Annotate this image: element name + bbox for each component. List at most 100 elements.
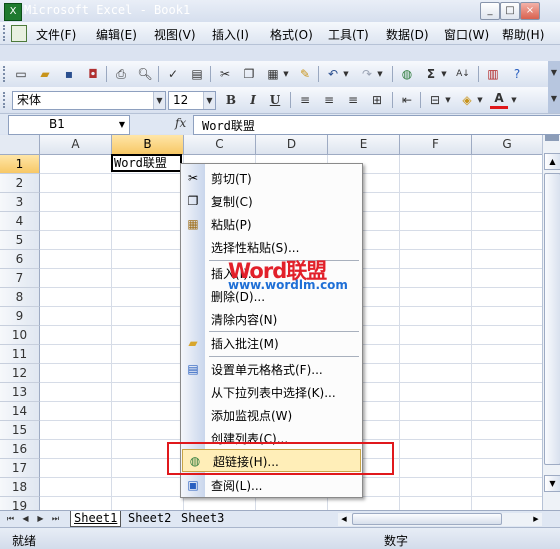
scroll-up-icon[interactable]: ▲: [544, 153, 560, 170]
toolbar-grip[interactable]: [3, 66, 9, 82]
menu-item-research[interactable]: ▣ 查阅(L)...: [181, 474, 362, 495]
column-header-e[interactable]: E: [328, 135, 400, 155]
undo-dropdown-icon[interactable]: ▼: [342, 65, 350, 83]
row-header[interactable]: 11: [0, 345, 40, 364]
paste-dropdown-icon[interactable]: ▼: [282, 65, 290, 83]
minimize-button[interactable]: _: [480, 2, 500, 20]
last-sheet-icon[interactable]: ⏭: [50, 513, 61, 525]
redo-dropdown-icon[interactable]: ▼: [376, 65, 384, 83]
row-header[interactable]: 2: [0, 174, 40, 193]
align-center-icon[interactable]: ≡: [320, 91, 338, 109]
vertical-scroll-thumb[interactable]: [544, 173, 560, 465]
menu-window[interactable]: 窗口(W): [444, 26, 489, 43]
sort-ascending-icon[interactable]: A↓: [454, 65, 472, 83]
next-sheet-icon[interactable]: ▶: [35, 513, 46, 525]
fill-color-dropdown-icon[interactable]: ▼: [476, 91, 484, 109]
menu-tools[interactable]: 工具(T): [328, 26, 369, 43]
row-header[interactable]: 3: [0, 193, 40, 212]
align-left-icon[interactable]: ≡: [296, 91, 314, 109]
spelling-icon[interactable]: ✓: [164, 65, 182, 83]
menu-data[interactable]: 数据(D): [386, 26, 429, 43]
underline-button[interactable]: U: [266, 91, 284, 109]
insert-hyperlink-icon[interactable]: ◍: [398, 65, 416, 83]
menubar-grip[interactable]: [3, 25, 9, 41]
italic-button[interactable]: I: [244, 91, 262, 109]
menu-item-insert-comment[interactable]: ▰ 插入批注(M): [181, 332, 362, 353]
print-icon[interactable]: ⎙: [112, 65, 130, 83]
scroll-down-icon[interactable]: ▼: [544, 475, 560, 492]
cut-icon[interactable]: ✂: [216, 65, 234, 83]
menu-item-pick-from-list[interactable]: 从下拉列表中选择(K)...: [181, 381, 362, 402]
menu-item-add-watch[interactable]: 添加监视点(W): [181, 404, 362, 425]
row-header[interactable]: 10: [0, 326, 40, 345]
font-color-button[interactable]: A: [490, 91, 508, 109]
font-color-dropdown-icon[interactable]: ▼: [510, 91, 518, 109]
toolbar-grip[interactable]: [3, 92, 9, 108]
chart-wizard-icon[interactable]: ▥: [484, 65, 502, 83]
redo-icon[interactable]: ↷: [358, 65, 376, 83]
menu-item-copy[interactable]: ❐ 复制(C): [181, 190, 362, 211]
column-header-c[interactable]: C: [184, 135, 256, 155]
maximize-button[interactable]: □: [500, 2, 520, 20]
prev-sheet-icon[interactable]: ◀: [20, 513, 31, 525]
row-header[interactable]: 8: [0, 288, 40, 307]
autosum-icon[interactable]: Σ: [422, 65, 440, 83]
toolbar-options-icon[interactable]: ▼: [548, 61, 560, 87]
font-name-combo[interactable]: 宋体 ▼: [12, 91, 166, 110]
scroll-right-icon[interactable]: ▶: [530, 513, 542, 525]
row-header[interactable]: 1: [0, 155, 40, 174]
row-header[interactable]: 19: [0, 497, 40, 510]
select-all-button[interactable]: [0, 135, 40, 155]
paste-toolbar-icon[interactable]: ▦: [264, 65, 282, 83]
undo-icon[interactable]: ↶: [324, 65, 342, 83]
row-header[interactable]: 5: [0, 231, 40, 250]
align-right-icon[interactable]: ≡: [344, 91, 362, 109]
toolbar-options-icon[interactable]: ▼: [548, 87, 560, 113]
help-icon[interactable]: ?: [508, 65, 526, 83]
print-preview-icon[interactable]: 🔍︎: [136, 65, 154, 83]
merge-center-icon[interactable]: ⊞: [368, 91, 386, 109]
borders-icon[interactable]: ⊟: [426, 91, 444, 109]
menu-item-paste[interactable]: ▦ 粘贴(P): [181, 213, 362, 234]
row-header[interactable]: 16: [0, 440, 40, 459]
row-header[interactable]: 7: [0, 269, 40, 288]
research-toolbar-icon[interactable]: ▤: [188, 65, 206, 83]
chevron-down-icon[interactable]: ▼: [115, 116, 129, 134]
column-header-g[interactable]: G: [472, 135, 542, 155]
row-header[interactable]: 14: [0, 402, 40, 421]
vertical-scrollbar[interactable]: ▲ ▼: [542, 135, 560, 510]
menu-help[interactable]: 帮助(H): [502, 26, 544, 43]
split-box[interactable]: [545, 135, 559, 141]
decrease-indent-icon[interactable]: ⇤: [398, 91, 416, 109]
sheet-tab-sheet2[interactable]: Sheet2: [125, 511, 174, 526]
row-header[interactable]: 12: [0, 364, 40, 383]
sheet-tab-sheet3[interactable]: Sheet3: [178, 511, 227, 526]
excel-app-icon[interactable]: X: [4, 3, 22, 21]
row-header[interactable]: 6: [0, 250, 40, 269]
format-painter-icon[interactable]: ✎: [296, 65, 314, 83]
row-header[interactable]: 4: [0, 212, 40, 231]
chevron-down-icon[interactable]: ▼: [153, 92, 165, 109]
close-button[interactable]: ×: [520, 2, 540, 20]
fill-color-icon[interactable]: ◈: [458, 91, 476, 109]
borders-dropdown-icon[interactable]: ▼: [444, 91, 452, 109]
first-sheet-icon[interactable]: ⏮: [5, 513, 16, 525]
menu-insert[interactable]: 插入(I): [212, 26, 249, 43]
name-box[interactable]: B1 ▼: [8, 115, 130, 135]
active-cell-b1[interactable]: Word联盟: [111, 154, 182, 172]
horizontal-scrollbar[interactable]: ◀ ▶: [338, 513, 542, 526]
row-header[interactable]: 15: [0, 421, 40, 440]
open-icon[interactable]: ▰: [36, 65, 54, 83]
row-header[interactable]: 17: [0, 459, 40, 478]
workbook-icon[interactable]: [11, 25, 27, 42]
font-size-combo[interactable]: 12 ▼: [168, 91, 216, 110]
column-header-a[interactable]: A: [40, 135, 112, 155]
column-header-b[interactable]: B: [112, 135, 184, 155]
bold-button[interactable]: B: [222, 91, 240, 109]
formula-input[interactable]: Word联盟: [193, 115, 560, 135]
row-header[interactable]: 18: [0, 478, 40, 497]
menu-file[interactable]: 文件(F): [36, 26, 76, 43]
menu-item-format-cells[interactable]: ▤ 设置单元格格式(F)...: [181, 358, 362, 379]
menu-edit[interactable]: 编辑(E): [96, 26, 137, 43]
new-icon[interactable]: ▭: [12, 65, 30, 83]
